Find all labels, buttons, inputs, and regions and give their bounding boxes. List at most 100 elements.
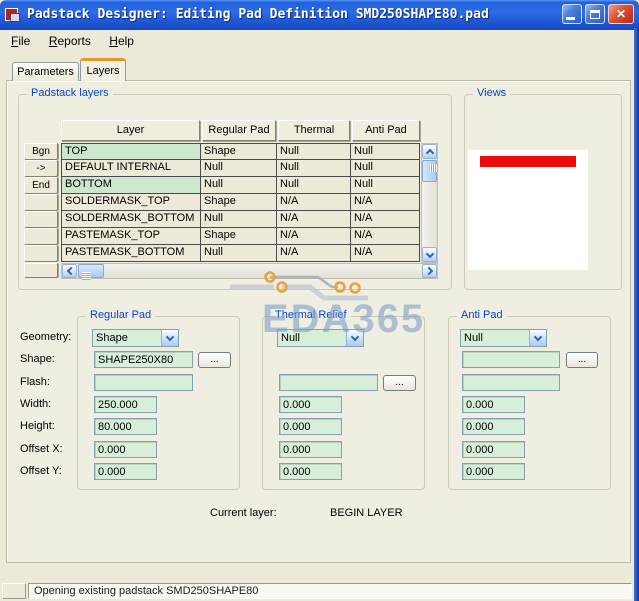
regular-pad-offset-y-field[interactable]: 0.000 [94, 463, 157, 480]
column-header-thermal-relief[interactable]: Thermal Relief [278, 120, 350, 141]
minimize-button[interactable] [562, 4, 582, 24]
cell-thermal-relief[interactable]: Null [277, 143, 351, 160]
minimize-icon [566, 17, 575, 20]
chevron-down-icon [534, 333, 542, 341]
cell-thermal-relief[interactable]: Null [277, 160, 351, 177]
table-row: BOTTOM Null Null Null [61, 177, 420, 194]
row-marker-blank[interactable] [24, 263, 58, 278]
cell-regular-pad[interactable]: Null [201, 160, 277, 177]
cell-regular-pad[interactable]: Null [201, 211, 277, 228]
row-marker-blank[interactable] [24, 245, 58, 262]
regular-pad-flash-field[interactable] [94, 374, 193, 391]
anti-pad-flash-field[interactable] [462, 374, 560, 391]
scroll-left-button[interactable] [62, 264, 77, 278]
flash-label: Flash: [20, 376, 50, 388]
table-row: DEFAULT INTERNAL Null Null Null [61, 160, 420, 177]
cell-layer[interactable]: PASTEMASK_TOP [61, 228, 201, 245]
anti-pad-geometry-dropdown[interactable]: Null [460, 329, 547, 347]
regular-pad-geometry-dropdown[interactable]: Shape [92, 329, 179, 347]
padstack-designer-window: Padstack Designer: Editing Pad Definitio… [0, 0, 639, 601]
regular-pad-height-field[interactable]: 80.000 [94, 418, 157, 435]
tab-layers[interactable]: Layers [80, 58, 126, 81]
cell-anti-pad[interactable]: Null [351, 177, 420, 194]
scroll-down-button[interactable] [422, 247, 437, 262]
table-row: PASTEMASK_BOTTOM Null N/A N/A [61, 245, 420, 262]
chevron-down-icon [425, 249, 433, 257]
cell-thermal-relief[interactable]: N/A [277, 228, 351, 245]
cell-thermal-relief[interactable]: N/A [277, 245, 351, 262]
regular-pad-shape-browse-button[interactable]: ... [198, 352, 231, 368]
cell-thermal-relief[interactable]: N/A [277, 194, 351, 211]
anti-pad-offset-x-field[interactable]: 0.000 [462, 441, 525, 458]
row-marker-bgn[interactable]: Bgn [24, 143, 58, 160]
row-marker-blank[interactable] [24, 211, 58, 228]
status-bar-grip [2, 583, 26, 599]
cell-layer[interactable]: SOLDERMASK_TOP [61, 194, 201, 211]
dropdown-button[interactable] [346, 330, 363, 346]
maximize-button[interactable] [585, 4, 605, 24]
chevron-up-icon [425, 149, 433, 157]
thermal-relief-flash-field[interactable] [279, 374, 378, 391]
dropdown-button[interactable] [529, 330, 546, 346]
grid-vertical-scrollbar[interactable] [421, 143, 438, 263]
close-button[interactable] [608, 4, 634, 24]
chevron-left-icon [67, 267, 75, 275]
regular-pad-shape-field[interactable]: SHAPE250X80 [94, 351, 193, 368]
row-marker-blank[interactable] [24, 228, 58, 245]
row-marker-arrow[interactable]: -> [24, 160, 58, 177]
cell-thermal-relief[interactable]: N/A [277, 211, 351, 228]
cell-regular-pad[interactable]: Shape [201, 228, 277, 245]
cell-layer[interactable]: BOTTOM [61, 177, 201, 194]
thermal-relief-offset-x-field[interactable]: 0.000 [279, 441, 342, 458]
regular-pad-width-field[interactable]: 250.000 [94, 396, 157, 413]
cell-anti-pad[interactable]: N/A [351, 211, 420, 228]
anti-pad-shape-field[interactable] [462, 351, 560, 368]
regular-pad-geometry-value: Shape [93, 330, 161, 346]
cell-thermal-relief[interactable]: Null [277, 177, 351, 194]
row-marker-end[interactable]: End [24, 177, 58, 194]
column-header-layer[interactable]: Layer [61, 120, 200, 141]
horizontal-scroll-thumb[interactable] [78, 264, 104, 278]
menu-reports[interactable]: Reports [42, 30, 98, 51]
cell-anti-pad[interactable]: N/A [351, 228, 420, 245]
cell-layer[interactable]: DEFAULT INTERNAL [61, 160, 201, 177]
anti-pad-group-title: Anti Pad [457, 309, 507, 321]
thermal-relief-height-field[interactable]: 0.000 [279, 418, 342, 435]
cell-regular-pad[interactable]: Shape [201, 194, 277, 211]
cell-layer[interactable]: TOP [61, 143, 201, 160]
anti-pad-browse-button[interactable]: ... [566, 352, 598, 368]
row-marker-blank[interactable] [24, 194, 58, 211]
cell-anti-pad[interactable]: N/A [351, 194, 420, 211]
thumb-grip-icon [430, 164, 438, 172]
dropdown-button[interactable] [161, 330, 178, 346]
cell-layer[interactable]: SOLDERMASK_BOTTOM [61, 211, 201, 228]
cell-regular-pad[interactable]: Shape [201, 143, 277, 160]
regular-pad-offset-x-field[interactable]: 0.000 [94, 441, 157, 458]
cell-regular-pad[interactable]: Null [201, 245, 277, 262]
thermal-relief-browse-button[interactable]: ... [383, 375, 416, 391]
column-header-regular-pad[interactable]: Regular Pad [202, 120, 276, 141]
cell-layer[interactable]: PASTEMASK_BOTTOM [61, 245, 201, 262]
cell-regular-pad[interactable]: Null [201, 177, 277, 194]
cell-anti-pad[interactable]: Null [351, 143, 420, 160]
cell-anti-pad[interactable]: N/A [351, 245, 420, 262]
thermal-relief-geometry-dropdown[interactable]: Null [277, 329, 364, 347]
table-row: TOP Shape Null Null [61, 143, 420, 160]
cell-anti-pad[interactable]: Null [351, 160, 420, 177]
grid-horizontal-scrollbar[interactable] [61, 263, 438, 279]
menu-file[interactable]: File [4, 30, 37, 51]
anti-pad-offset-y-field[interactable]: 0.000 [462, 463, 525, 480]
scroll-right-button[interactable] [422, 264, 437, 278]
views-group-title: Views [473, 87, 510, 99]
anti-pad-height-field[interactable]: 0.000 [462, 418, 525, 435]
menu-help[interactable]: Help [102, 30, 141, 51]
thermal-relief-width-field[interactable]: 0.000 [279, 396, 342, 413]
thermal-relief-offset-y-field[interactable]: 0.000 [279, 463, 342, 480]
table-row: SOLDERMASK_BOTTOM Null N/A N/A [61, 211, 420, 228]
scroll-up-button[interactable] [422, 144, 437, 159]
chevron-right-icon [424, 267, 432, 275]
column-header-anti-pad[interactable]: Anti Pad [352, 120, 420, 141]
vertical-scroll-thumb[interactable] [422, 160, 437, 182]
tab-parameters[interactable]: Parameters [12, 62, 79, 81]
anti-pad-width-field[interactable]: 0.000 [462, 396, 525, 413]
